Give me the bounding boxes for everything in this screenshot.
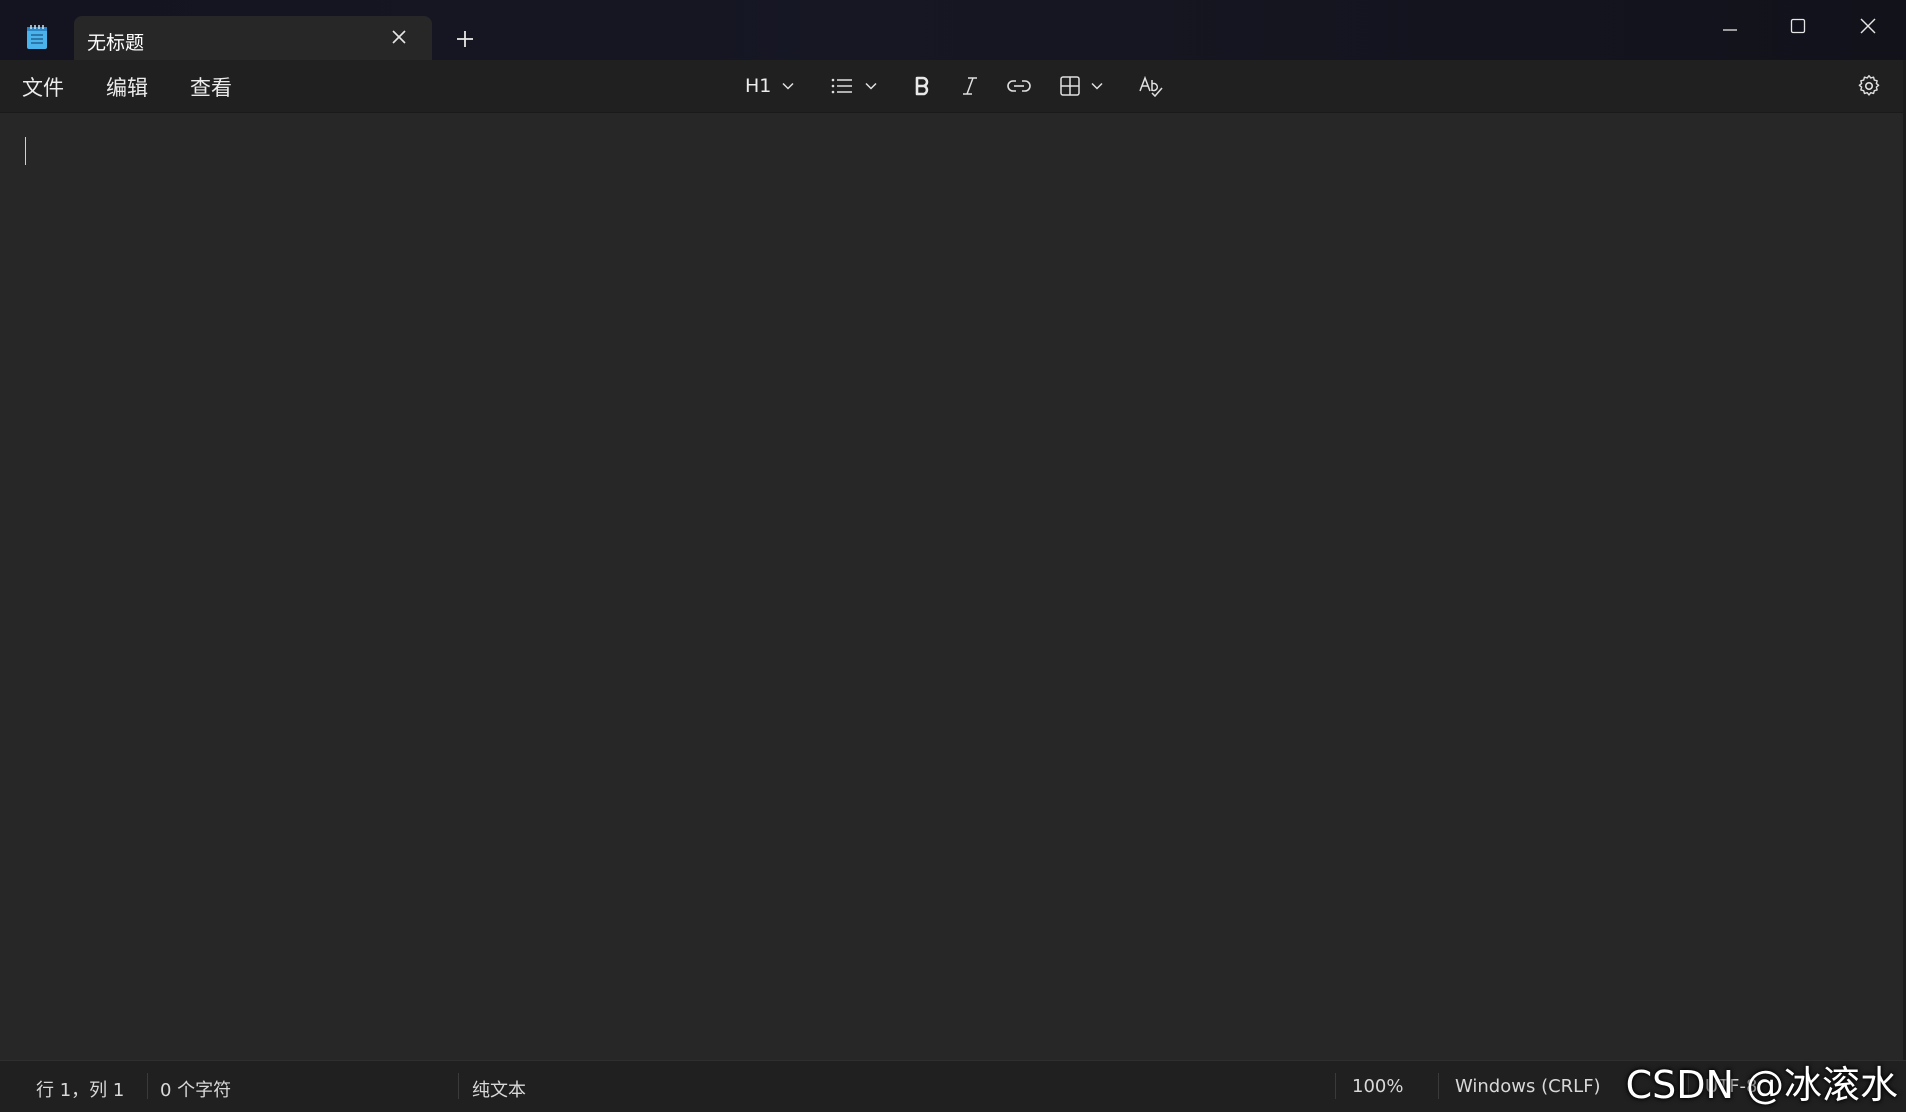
text-editor[interactable] <box>0 113 1906 1060</box>
minimize-icon <box>1723 29 1737 31</box>
menu-edit[interactable]: 编辑 <box>106 72 148 102</box>
status-separator <box>1335 1073 1336 1099</box>
tab-title: 无标题 <box>87 32 145 54</box>
plus-icon[interactable] <box>452 26 478 52</box>
zoom-level[interactable]: 100% <box>1352 1076 1403 1097</box>
close-icon[interactable] <box>388 26 410 48</box>
tab-untitled[interactable]: 无标题 <box>74 16 432 60</box>
chevron-down-icon <box>865 82 877 90</box>
close-window-button[interactable] <box>1840 8 1896 44</box>
notepad-icon <box>24 24 50 50</box>
spellcheck-icon <box>1139 75 1163 98</box>
text-format[interactable]: 纯文本 <box>472 1076 526 1102</box>
bold-icon <box>915 76 929 96</box>
list-dropdown[interactable] <box>830 70 878 102</box>
heading-label: H1 <box>745 75 772 97</box>
text-caret <box>25 137 26 165</box>
settings-button[interactable] <box>1856 70 1882 102</box>
table-icon <box>1060 76 1080 96</box>
status-separator <box>147 1073 148 1099</box>
title-bar: 无标题 <box>0 0 1906 60</box>
line-ending[interactable]: Windows (CRLF) <box>1455 1076 1601 1097</box>
italic-icon <box>963 77 977 95</box>
watermark: CSDN @冰滚水 <box>1625 1063 1898 1107</box>
link-button[interactable] <box>1006 70 1032 102</box>
list-icon <box>831 78 852 94</box>
table-dropdown[interactable] <box>1058 70 1104 102</box>
bold-button[interactable] <box>910 70 934 102</box>
gear-icon <box>1858 75 1880 96</box>
italic-button[interactable] <box>958 70 982 102</box>
menu-view[interactable]: 查看 <box>190 72 232 102</box>
maximize-button[interactable] <box>1770 8 1826 44</box>
chevron-down-icon <box>782 82 794 90</box>
status-separator <box>1438 1073 1439 1099</box>
minimize-button[interactable] <box>1702 8 1758 44</box>
link-icon <box>1007 80 1031 92</box>
character-count: 0 个字符 <box>160 1080 232 1101</box>
heading-dropdown[interactable]: H1 <box>745 70 795 102</box>
chevron-down-icon <box>1091 82 1103 90</box>
spellcheck-button[interactable] <box>1138 70 1164 102</box>
maximize-icon <box>1790 18 1806 34</box>
status-separator <box>458 1073 459 1099</box>
menu-bar: 文件 编辑 查看 H1 <box>0 60 1906 113</box>
cursor-position[interactable]: 行 1，列 1 <box>36 1076 124 1102</box>
menu-file[interactable]: 文件 <box>22 72 64 102</box>
close-icon <box>1860 18 1876 34</box>
status-bar: 行 1，列 1 0 个字符 纯文本 100% Windows (CRLF) UT… <box>0 1060 1906 1112</box>
